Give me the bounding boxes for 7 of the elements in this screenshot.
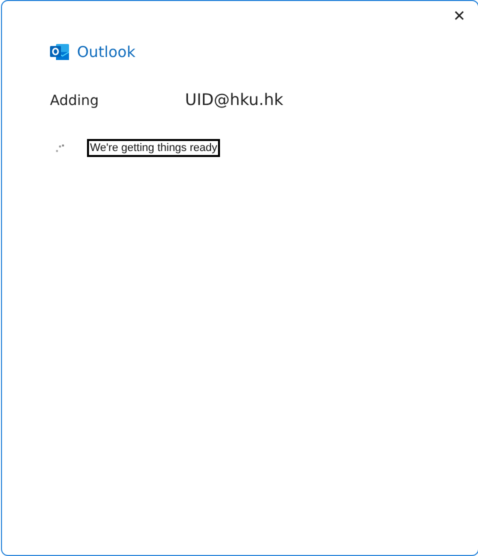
adding-label: Adding — [50, 93, 100, 109]
email-address: UID@hku.hk — [185, 90, 284, 109]
app-name: Outlook — [77, 43, 136, 61]
spinner-icon — [55, 144, 65, 152]
outlook-logo-icon — [50, 43, 70, 61]
close-button[interactable]: ✕ — [447, 5, 472, 27]
status-text: We're getting things ready — [87, 139, 220, 157]
